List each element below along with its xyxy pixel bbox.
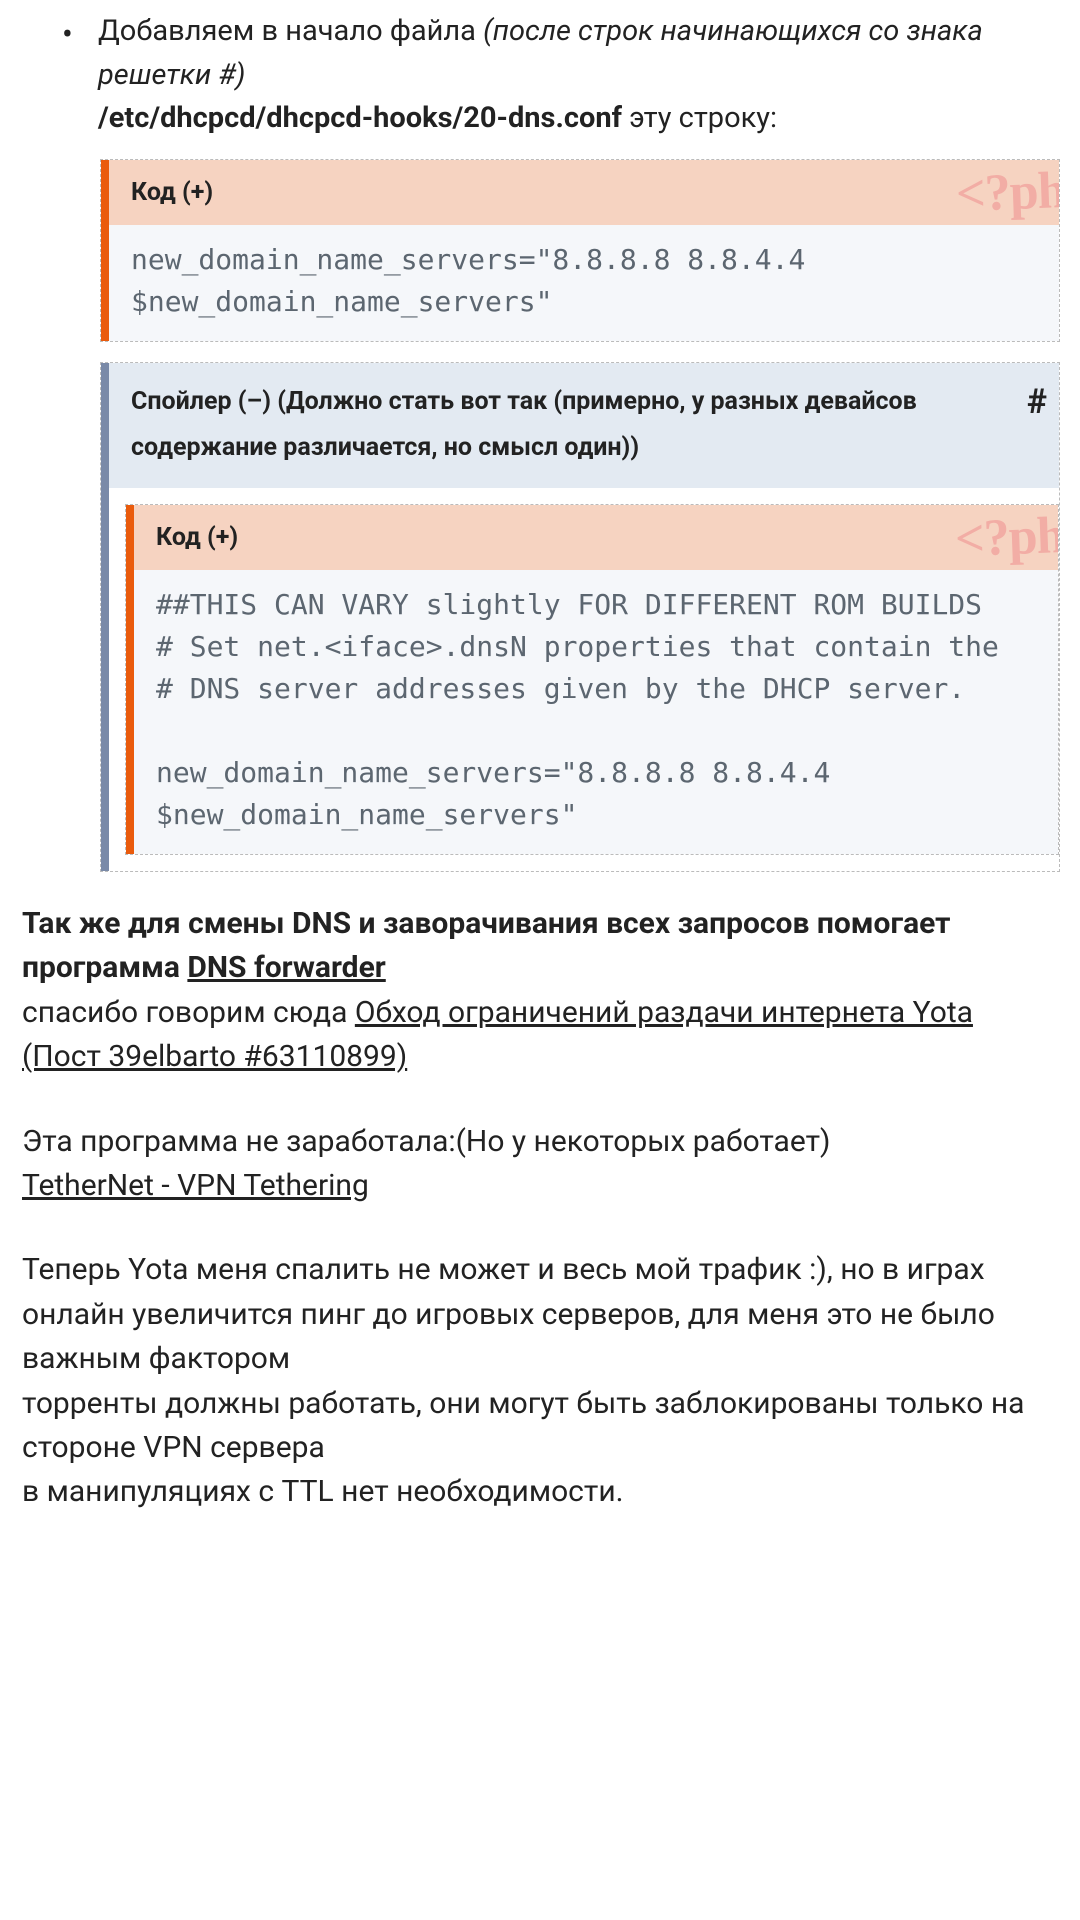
- code-body-1: new_domain_name_servers="8.8.8.8 8.8.4.4…: [101, 225, 1059, 341]
- paragraph-not-working: Эта программа не заработала:(Но у некото…: [22, 1120, 1058, 1164]
- spoiler-header-label: Спойлер (–) (Должно стать вот так (приме…: [131, 387, 917, 462]
- spoiler-header[interactable]: Спойлер (–) (Должно стать вот так (приме…: [101, 363, 1059, 488]
- paragraph-yota: Теперь Yota меня спалить не может и весь…: [22, 1248, 1058, 1381]
- code-body-2: ##THIS CAN VARY slightly FOR DIFFERENT R…: [126, 570, 1058, 854]
- p2-prefix: спасибо говорим сюда: [22, 995, 355, 1030]
- article-text: Так же для смены DNS и заворачивания все…: [20, 902, 1060, 1515]
- paragraph-tethernet: TetherNet - VPN Tethering: [22, 1164, 1058, 1208]
- link-tethernet[interactable]: TetherNet - VPN Tethering: [22, 1168, 369, 1203]
- instruction-prefix: Добавляем в начало файла: [98, 14, 483, 48]
- code-block-1: Код (+) <?ph new_domain_name_servers="8.…: [100, 159, 1060, 343]
- instruction-list: Добавляем в начало файла (после строк на…: [20, 10, 1060, 141]
- instruction-suffix: эту строку:: [622, 101, 777, 135]
- paragraph-torrents: торренты должны работать, они могут быть…: [22, 1382, 1058, 1471]
- php-watermark-icon: <?ph: [954, 159, 1060, 234]
- code-header-label-2: Код (+): [156, 523, 238, 552]
- php-watermark-icon: <?ph: [953, 504, 1059, 579]
- spoiler-body: Код (+) <?ph ##THIS CAN VARY slightly FO…: [101, 488, 1059, 872]
- paragraph-thanks: спасибо говорим сюда Обход ограничений р…: [22, 991, 1058, 1080]
- paragraph-ttl: в манипуляциях с TTL нет необходимости.: [22, 1470, 1058, 1514]
- instruction-item: Добавляем в начало файла (после строк на…: [98, 10, 1060, 141]
- paragraph-dns-forwarder: Так же для смены DNS и заворачивания все…: [22, 902, 1058, 991]
- instruction-path: /etc/dhcpcd/dhcpcd-hooks/20-dns.conf: [98, 101, 622, 135]
- code-header-2[interactable]: Код (+) <?ph: [126, 505, 1058, 571]
- code-header-1[interactable]: Код (+) <?ph: [101, 160, 1059, 226]
- link-dns-forwarder[interactable]: DNS forwarder: [187, 950, 385, 985]
- p1-prefix: Так же для смены DNS и заворачивания все…: [22, 906, 950, 985]
- hash-icon: #: [1027, 371, 1047, 434]
- code-block-2: Код (+) <?ph ##THIS CAN VARY slightly FO…: [125, 504, 1059, 856]
- spoiler-block: Спойлер (–) (Должно стать вот так (приме…: [100, 362, 1060, 872]
- code-header-label-1: Код (+): [131, 178, 213, 207]
